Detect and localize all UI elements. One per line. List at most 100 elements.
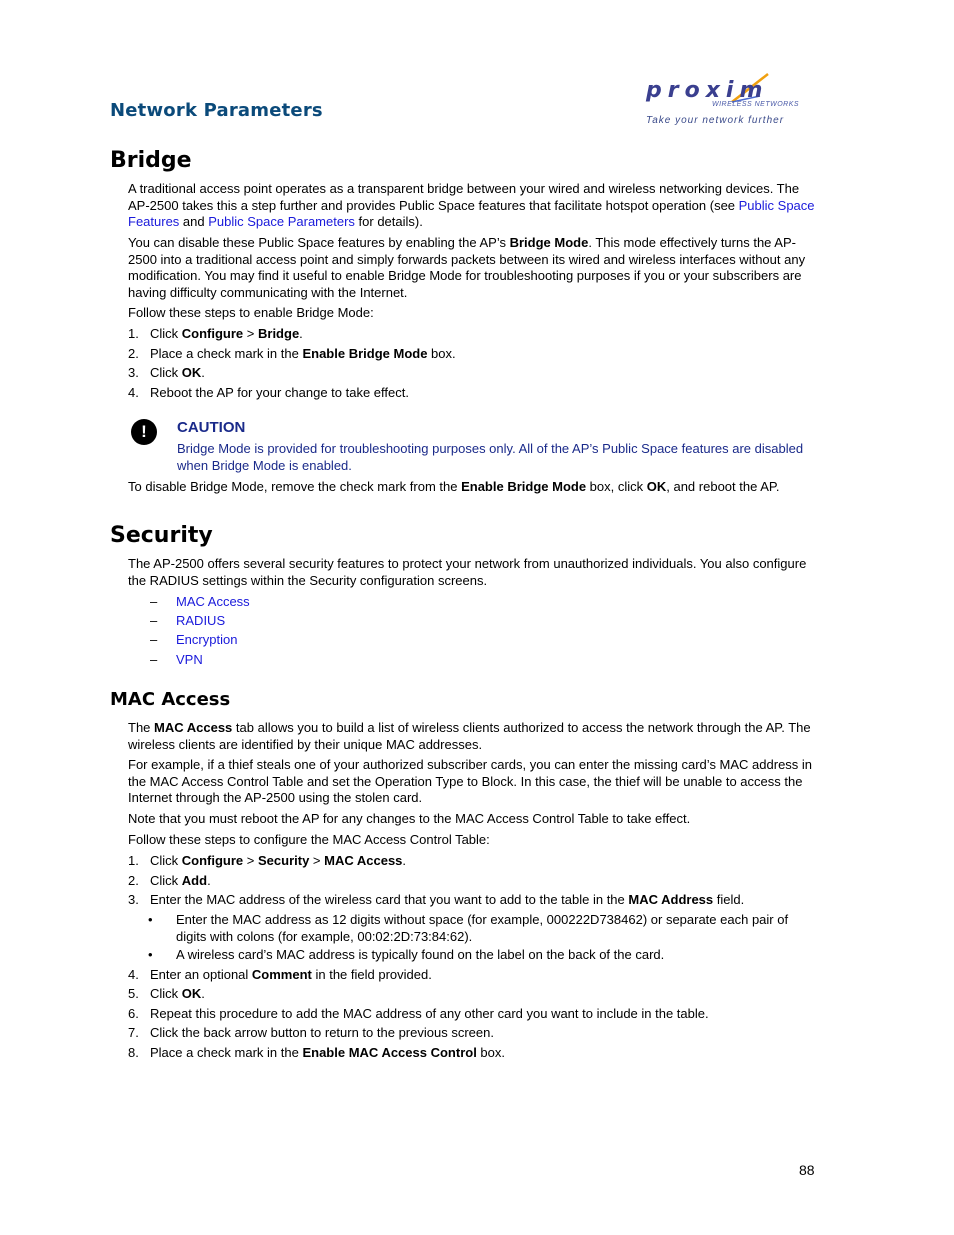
- text: Enter an optional: [150, 967, 252, 982]
- step-number: 5.: [128, 986, 139, 1001]
- dash: –: [150, 594, 158, 609]
- text: , and reboot the AP.: [666, 479, 780, 494]
- bold-text: Enable Bridge Mode: [461, 479, 587, 494]
- text: .: [201, 365, 205, 380]
- bridge-heading: Bridge: [110, 148, 192, 173]
- bold-text: OK: [181, 365, 202, 380]
- proxim-logo: proxim WIRELESS NETWORKS Take your netwo…: [644, 70, 804, 130]
- mac-step: 8. Place a check mark in the Enable MAC A…: [128, 1045, 818, 1061]
- text: field.: [713, 892, 745, 907]
- dash: –: [150, 613, 158, 628]
- page-number: 88: [799, 1162, 815, 1178]
- text: The: [128, 720, 155, 735]
- mac-access-paragraph-2: For example, if a thief steals one of yo…: [128, 757, 813, 805]
- bold-text: Bridge Mode: [509, 235, 589, 250]
- text: Enter the MAC address of the wireless ca…: [150, 892, 629, 907]
- step-number: 8.: [128, 1045, 139, 1060]
- text: .: [402, 853, 407, 868]
- text: A wireless card’s MAC address is typical…: [176, 947, 665, 962]
- security-link-item: – VPN: [150, 652, 203, 667]
- text: Place a check mark in the: [150, 1045, 303, 1060]
- step-number: 3.: [128, 365, 139, 380]
- mac-bullet: • Enter the MAC address as 12 digits wit…: [148, 912, 813, 945]
- mac-access-paragraph-1: The MAC Access tab allows you to build a…: [128, 720, 818, 753]
- mac-access-paragraph-3: Note that you must reboot the AP for any…: [128, 811, 691, 826]
- bold-text: OK: [181, 986, 202, 1001]
- text: Click: [150, 986, 182, 1001]
- bold-text: Configure: [181, 853, 244, 868]
- bold-text: MAC Access: [154, 720, 233, 735]
- text: .: [299, 326, 303, 341]
- step-number: 1.: [128, 853, 139, 868]
- mac-step: 2. Click Add.: [128, 873, 818, 889]
- bold-text: Enable Bridge Mode: [302, 346, 428, 361]
- exclamation-icon: !: [131, 419, 157, 445]
- bridge-steps-intro: Follow these steps to enable Bridge Mode…: [128, 305, 374, 320]
- text: box.: [476, 1045, 505, 1060]
- text: You can disable these Public Space featu…: [128, 235, 510, 250]
- bridge-step: 3. Click OK.: [128, 365, 818, 381]
- mac-access-steps-intro: Follow these steps to configure the MAC …: [128, 832, 490, 847]
- mac-bullet: • A wireless card’s MAC address is typic…: [148, 947, 813, 964]
- step-number: 4.: [128, 385, 139, 400]
- link-radius[interactable]: RADIUS: [176, 613, 225, 628]
- text: in the field provided.: [311, 967, 432, 982]
- caution-title: CAUTION: [177, 419, 246, 436]
- bold-text: Configure: [181, 326, 244, 341]
- link-mac-access[interactable]: MAC Access: [176, 594, 250, 609]
- bridge-paragraph-1: A traditional access point operates as a…: [128, 181, 818, 231]
- mac-step: 6. Repeat this procedure to add the MAC a…: [128, 1006, 818, 1022]
- link-encryption[interactable]: Encryption: [176, 632, 237, 647]
- text: .: [207, 873, 211, 888]
- mac-step: 3. Enter the MAC address of the wireless …: [128, 892, 818, 908]
- text: Click: [150, 326, 182, 341]
- bold-text: MAC Address: [628, 892, 714, 907]
- link-vpn[interactable]: VPN: [176, 652, 203, 667]
- security-link-item: – RADIUS: [150, 613, 225, 628]
- bold-text: Comment: [251, 967, 312, 982]
- mac-step: 1. Click Configure > Security > MAC Acces…: [128, 853, 818, 869]
- bridge-step: 1. Click Configure > Bridge.: [128, 326, 818, 342]
- security-heading: Security: [110, 523, 213, 548]
- bold-text: Security: [258, 853, 310, 868]
- step-number: 4.: [128, 967, 139, 982]
- bullet-dot: •: [148, 947, 153, 962]
- bold-text: OK: [646, 479, 667, 494]
- text: To disable Bridge Mode, remove the check…: [128, 479, 462, 494]
- text: Click the back arrow button to return to…: [150, 1025, 494, 1040]
- dash: –: [150, 632, 158, 647]
- text: Place a check mark in the: [150, 346, 303, 361]
- link-public-space-parameters[interactable]: Public Space Parameters: [208, 214, 355, 229]
- security-link-item: – MAC Access: [150, 594, 250, 609]
- bridge-step: 4. Reboot the AP for your change to take …: [128, 385, 818, 401]
- text: Click: [150, 873, 182, 888]
- text: Reboot the AP for your change to take ef…: [150, 385, 409, 400]
- mac-step: 5. Click OK.: [128, 986, 818, 1002]
- security-link-item: – Encryption: [150, 632, 237, 647]
- text: .: [201, 986, 205, 1001]
- security-paragraph: The AP-2500 offers several security feat…: [128, 556, 807, 588]
- mac-access-heading: MAC Access: [110, 689, 231, 710]
- logo-subtitle: WIRELESS NETWORKS: [712, 101, 800, 108]
- bold-text: Add: [181, 873, 208, 888]
- step-number: 2.: [128, 873, 139, 888]
- text: Enter the MAC address as 12 digits witho…: [176, 912, 789, 944]
- text: Click: [150, 365, 182, 380]
- text: for details).: [354, 214, 423, 229]
- caution-text: Bridge Mode is provided for troubleshoot…: [177, 441, 804, 473]
- bridge-step: 2. Place a check mark in the Enable Bridg…: [128, 346, 818, 362]
- mac-step: 4. Enter an optional Comment in the field…: [128, 967, 818, 983]
- text: box, click: [586, 479, 647, 494]
- text: >: [309, 853, 325, 868]
- step-number: 6.: [128, 1006, 139, 1021]
- text: box.: [427, 346, 456, 361]
- step-number: 3.: [128, 892, 139, 907]
- step-number: 1.: [128, 326, 139, 341]
- text: Click: [150, 853, 182, 868]
- text: >: [243, 853, 258, 868]
- bold-text: MAC Access: [324, 853, 403, 868]
- bridge-disable-paragraph: To disable Bridge Mode, remove the check…: [128, 479, 818, 496]
- step-number: 7.: [128, 1025, 139, 1040]
- bold-text: Bridge: [258, 326, 300, 341]
- text: >: [243, 326, 258, 341]
